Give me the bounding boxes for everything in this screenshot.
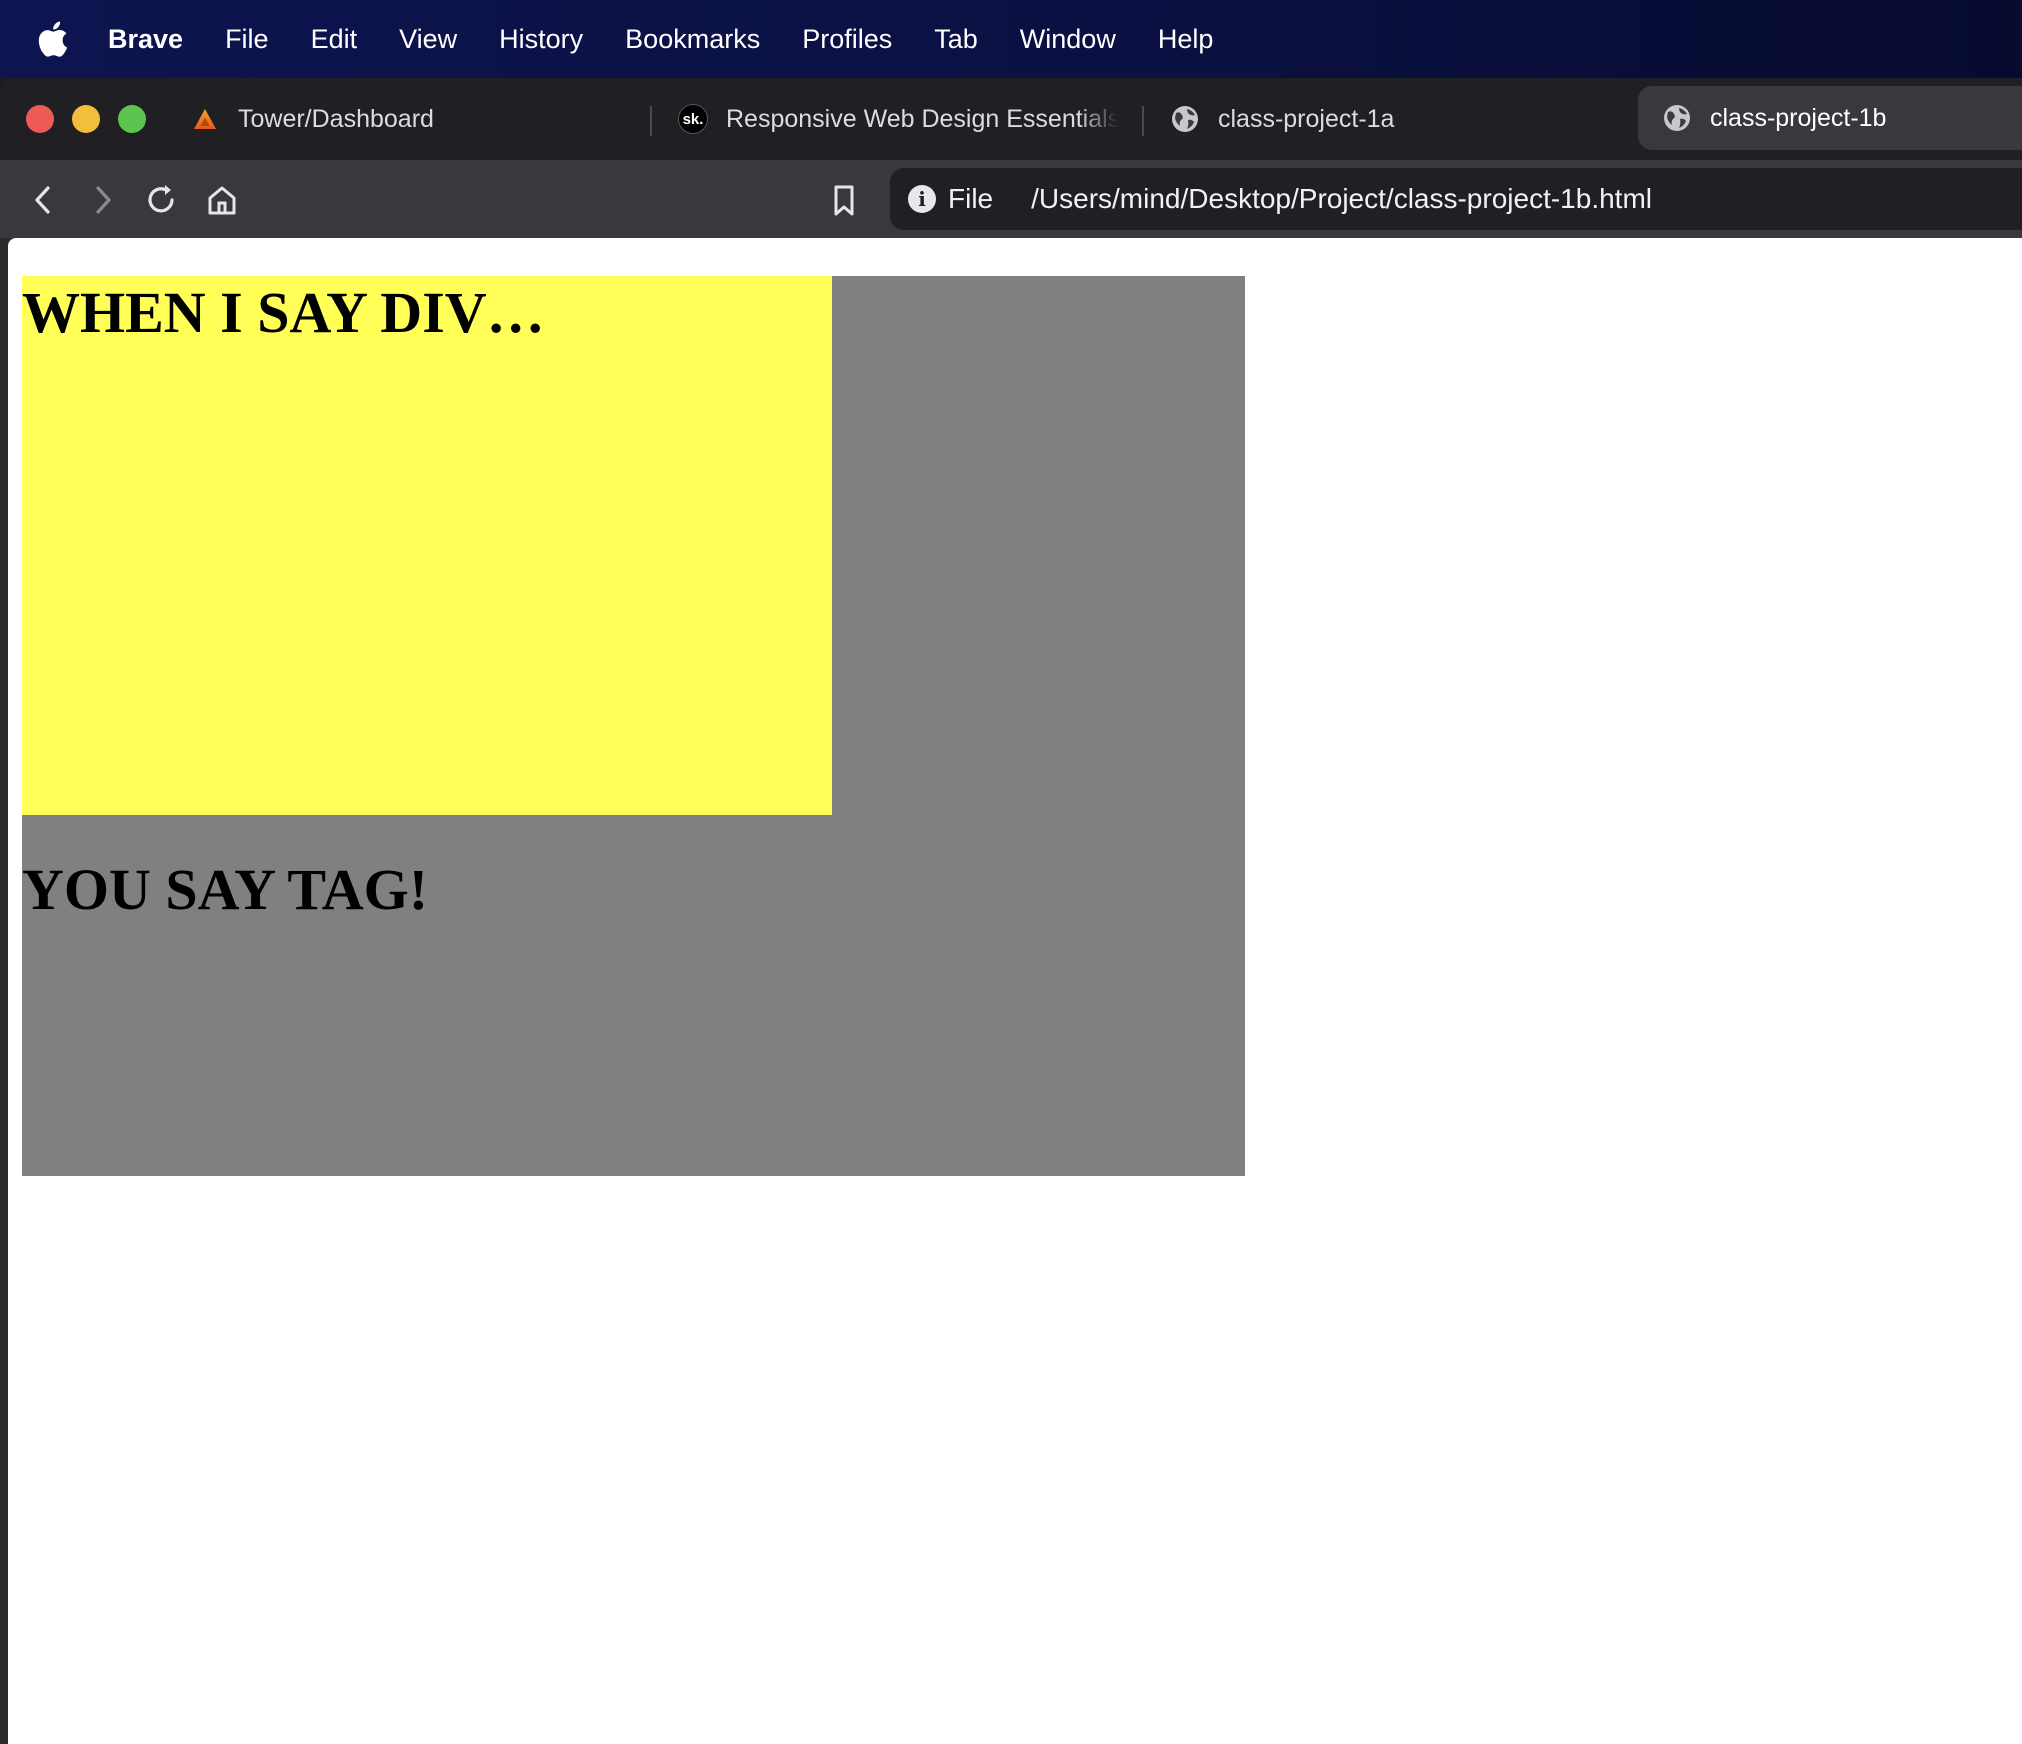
globe-icon bbox=[1662, 103, 1692, 133]
info-icon[interactable]: i bbox=[908, 185, 936, 213]
zoom-window-button[interactable] bbox=[118, 105, 146, 133]
home-icon bbox=[208, 186, 236, 215]
sk-logo-icon: sk. bbox=[678, 104, 708, 134]
home-button[interactable] bbox=[200, 178, 244, 222]
tab-class-project-1b-active[interactable]: class-project-1b bbox=[1638, 86, 2022, 150]
tab-title: Tower/Dashboard bbox=[238, 104, 434, 133]
forward-button[interactable] bbox=[80, 178, 124, 222]
tab-title: Responsive Web Design Essentials bbox=[726, 104, 1118, 133]
outer-gray-div: WHEN I SAY DIV… YOU SAY TAG! bbox=[22, 276, 1245, 1176]
heading-you-say-tag: YOU SAY TAG! bbox=[22, 857, 429, 922]
menu-tab[interactable]: Tab bbox=[934, 24, 978, 55]
menu-bookmarks[interactable]: Bookmarks bbox=[625, 24, 760, 55]
close-window-button[interactable] bbox=[26, 105, 54, 133]
tab-separator bbox=[650, 106, 652, 136]
menu-app-name[interactable]: Brave bbox=[108, 24, 183, 55]
back-button[interactable] bbox=[22, 178, 66, 222]
tab-tower-dashboard[interactable]: Tower/Dashboard bbox=[190, 88, 630, 150]
menu-view[interactable]: View bbox=[399, 24, 457, 55]
web-content: WHEN I SAY DIV… YOU SAY TAG! bbox=[8, 238, 2022, 1744]
menu-window[interactable]: Window bbox=[1020, 24, 1116, 55]
apple-icon[interactable] bbox=[38, 21, 68, 57]
url-path[interactable]: /Users/mind/Desktop/Project/class-projec… bbox=[1031, 183, 1652, 215]
tab-responsive-web-design[interactable]: sk. Responsive Web Design Essentials bbox=[678, 88, 1118, 150]
url-scheme-label: File bbox=[948, 183, 994, 214]
menu-help[interactable]: Help bbox=[1158, 24, 1214, 55]
browser-window: Tower/Dashboard sk. Responsive Web Desig… bbox=[0, 78, 2022, 1744]
heading-when-i-say-div: WHEN I SAY DIV… bbox=[22, 280, 545, 345]
tab-strip: Tower/Dashboard sk. Responsive Web Desig… bbox=[0, 78, 2022, 160]
address-bar[interactable]: i File /Users/mind/Desktop/Project/class… bbox=[890, 168, 2022, 230]
chevron-right-icon bbox=[96, 186, 111, 214]
tab-class-project-1a[interactable]: class-project-1a bbox=[1170, 88, 1590, 150]
tab-title: class-project-1b bbox=[1710, 103, 1887, 132]
menu-history[interactable]: History bbox=[499, 24, 583, 55]
tab-separator bbox=[1142, 106, 1144, 136]
menu-edit[interactable]: Edit bbox=[311, 24, 358, 55]
globe-icon bbox=[1170, 104, 1200, 134]
menu-profiles[interactable]: Profiles bbox=[802, 24, 892, 55]
reload-icon bbox=[148, 185, 174, 213]
brave-icon bbox=[190, 104, 220, 134]
tab-title: class-project-1a bbox=[1218, 104, 1395, 133]
bookmark-icon bbox=[834, 185, 854, 216]
reload-button[interactable] bbox=[140, 178, 184, 222]
bookmark-button[interactable] bbox=[822, 178, 866, 222]
toolbar: i File /Users/mind/Desktop/Project/class… bbox=[0, 160, 2022, 238]
menu-bar: Brave File Edit View History Bookmarks P… bbox=[0, 0, 2022, 78]
inner-yellow-div: WHEN I SAY DIV… bbox=[22, 276, 832, 815]
menu-file[interactable]: File bbox=[225, 24, 269, 55]
chevron-left-icon bbox=[35, 186, 50, 214]
minimize-window-button[interactable] bbox=[72, 105, 100, 133]
